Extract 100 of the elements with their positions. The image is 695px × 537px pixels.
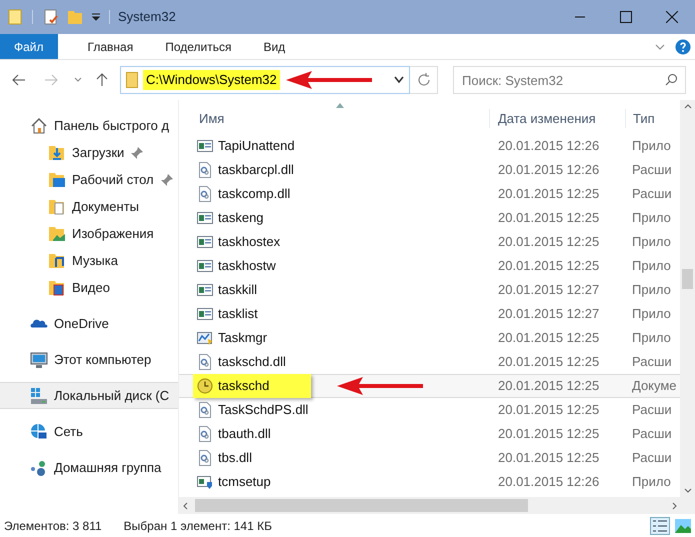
download-folder-icon [48,144,66,162]
file-row[interactable]: tbauth.dll 20.01.2015 12:25 Расши [179,422,680,446]
nav-item[interactable]: Рабочий стол [0,166,178,193]
nav-item[interactable]: Домашняя группа [0,454,178,481]
help-icon[interactable] [675,38,691,54]
selection-info: Выбран 1 элемент: 141 КБ [124,518,272,534]
horizontal-scrollbar[interactable] [179,497,695,514]
date-cell-text: 20.01.2015 12:25 [497,329,600,348]
nav-item[interactable]: Изображения [0,220,178,247]
desktop-folder-icon [48,170,66,188]
file-row[interactable]: tasklist 20.01.2015 12:27 Прило [179,302,680,326]
scroll-down-icon[interactable] [684,488,692,493]
gear-file-icon [197,426,213,442]
ribbon-tab[interactable]: Вид [251,34,298,59]
computer-icon [30,350,48,368]
file-name: tbs.dll [218,449,252,468]
refresh-icon [416,73,430,87]
ribbon-tab[interactable]: Главная [76,34,146,59]
file-row[interactable]: taskeng 20.01.2015 12:25 Прило [179,206,680,230]
window-icon [197,282,213,298]
date-cell-text: 20.01.2015 12:25 [497,209,600,228]
window-icon [197,138,213,154]
nav-item[interactable]: OneDrive [0,310,178,337]
nav-item[interactable]: Сеть [0,418,178,445]
document-check-icon[interactable] [43,9,59,25]
gear-file-icon [197,402,213,418]
file-row[interactable]: taskbarcpl.dll 20.01.2015 12:26 Расши [179,158,680,182]
images-folder-icon [48,224,66,242]
nav-item[interactable]: Документы [0,193,178,220]
ribbon-tab[interactable]: Файл [0,34,58,59]
thumbnails-view-icon[interactable] [675,518,691,532]
date-cell-text: 20.01.2015 12:26 [497,473,600,492]
sort-arrow-icon [336,103,344,108]
date-cell-text: 20.01.2015 12:27 [497,305,600,324]
scroll-thumb[interactable] [195,499,528,512]
scroll-thumb[interactable] [682,269,693,289]
column-header[interactable]: Дата изменения [489,108,625,128]
gear-file-icon [197,186,213,202]
nav-item[interactable]: Видео [0,274,178,301]
chevron-down-icon[interactable] [394,76,404,84]
vertical-scrollbar[interactable] [680,100,695,497]
type-cell-text: Прило [631,305,672,324]
details-view-button[interactable] [650,516,670,534]
type-cell-text: Прило [631,473,672,492]
refresh-button[interactable] [410,66,438,94]
file-row[interactable]: Taskmgr 20.01.2015 12:25 Прило [179,326,680,350]
window-icon [197,210,213,226]
type-cell-text: Прило [631,329,672,348]
type-cell-text: Прило [631,233,672,252]
type-cell-text: Прило [631,257,672,276]
file-name: taskeng [218,209,264,228]
details-list-icon [653,520,667,532]
nav-item[interactable]: Музыка [0,247,178,274]
file-row[interactable]: taskschd 20.01.2015 12:25 Докуме [179,374,680,398]
address-field[interactable]: C:\Windows\System32 [120,66,410,94]
type-cell-text: Расши [631,401,673,420]
gear-file-icon [197,162,213,178]
item-count: Элементов: 3 811 [4,518,102,534]
file-name: tbauth.dll [218,425,271,444]
file-row[interactable]: taskhostex 20.01.2015 12:25 Прило [179,230,680,254]
scroll-left-icon[interactable] [183,502,188,510]
date-cell-text: 20.01.2015 12:25 [497,185,600,204]
documents-folder-icon [48,198,66,216]
nav-item[interactable]: Этот компьютер [0,346,178,373]
nav-item[interactable]: Загрузки [0,139,178,166]
type-cell-text: Расши [631,185,673,204]
date-cell-text: 20.01.2015 12:25 [497,353,600,372]
scroll-right-icon[interactable] [672,502,677,510]
monitor-chart-icon [197,330,213,346]
file-name: taskhostex [218,233,280,252]
address-path: C:\Windows\System32 [143,70,280,90]
file-row[interactable]: tcmsetup 20.01.2015 12:26 Прило [179,470,680,494]
scroll-up-icon[interactable] [684,104,692,109]
nav-item[interactable]: Панель быстрого д [0,112,178,139]
file-row[interactable]: TaskSchdPS.dll 20.01.2015 12:25 Расши [179,398,680,422]
file-row[interactable]: taskschd.dll 20.01.2015 12:25 Расши [179,350,680,374]
back-arrow-icon[interactable] [12,74,26,86]
file-row[interactable]: taskkill 20.01.2015 12:27 Прило [179,278,680,302]
file-row[interactable]: taskhostw 20.01.2015 12:25 Прило [179,254,680,278]
date-cell-text: 20.01.2015 12:25 [497,377,600,396]
nav-item[interactable]: Локальный диск (C [0,382,178,409]
up-arrow-icon[interactable] [96,73,108,87]
date-cell-text: 20.01.2015 12:25 [497,401,600,420]
drive-icon [30,386,48,404]
dropdown-icon[interactable] [91,12,101,22]
file-name: taskcomp.dll [218,185,290,204]
file-row[interactable]: tbs.dll 20.01.2015 12:25 Расши [179,446,680,470]
file-row[interactable]: taskcomp.dll 20.01.2015 12:25 Расши [179,182,680,206]
ribbon-tab[interactable]: Поделиться [153,34,244,59]
video-folder-icon [48,278,66,296]
people-icon [30,458,48,476]
file-name: taskbarcpl.dll [218,161,294,180]
column-header[interactable]: Имя [179,108,489,128]
music-folder-icon [48,252,66,270]
file-row[interactable]: TapiUnattend 20.01.2015 12:26 Прило [179,134,680,158]
type-cell-text: Прило [631,209,672,228]
search-field[interactable]: Поиск: System32 [453,66,686,94]
file-name: TaskSchdPS.dll [218,401,308,420]
search-icon [665,73,678,86]
file-name: taskhostw [218,257,276,276]
